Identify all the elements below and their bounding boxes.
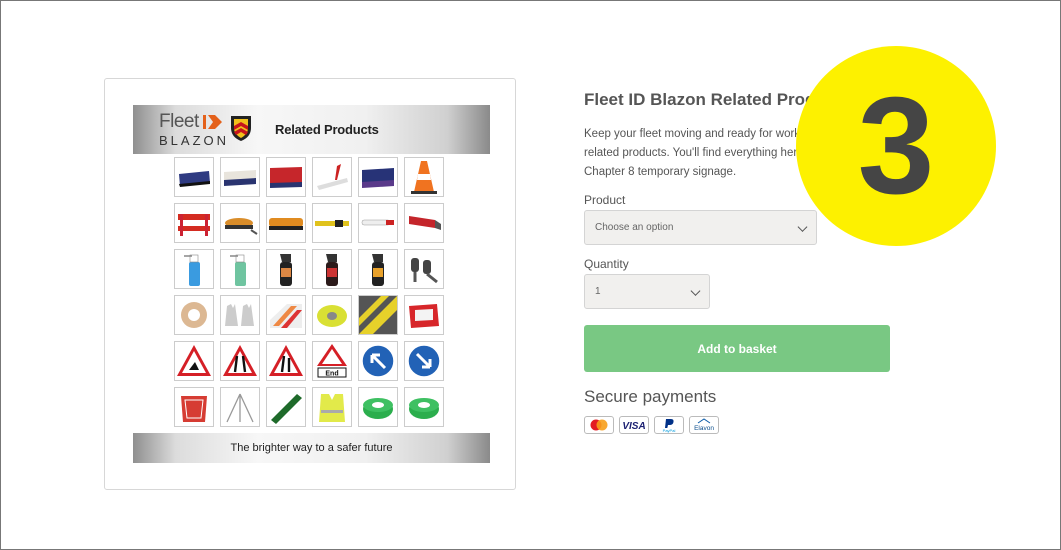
thumb-keep-left-sign (358, 341, 398, 381)
thumb-amber-beacon-bar (220, 203, 260, 243)
thumb-amber-lightbar (266, 203, 306, 243)
thumb-reflective-tape-rolls (266, 295, 306, 335)
chevron-down-icon (690, 285, 701, 296)
thumb-chevron-panel (358, 295, 398, 335)
thumb-green-tape-roll-1 (358, 387, 398, 427)
thumb-yellow-tool (312, 203, 352, 243)
thumb-green-tape-roll-2 (404, 387, 444, 427)
thumb-rubber-rollers (404, 249, 444, 289)
thumb-blue-squeegee (174, 157, 214, 197)
thumb-green-bag (266, 387, 306, 427)
banner-title: Related Products (275, 122, 379, 137)
thumb-cutter-knife (312, 157, 352, 197)
product-select[interactable]: Choose an option (584, 210, 817, 245)
paypal-text: PayPal (663, 428, 676, 433)
visa-text: VISA (622, 421, 645, 432)
thumb-lane-closure-sign (266, 341, 306, 381)
brand-id-arrow-icon (203, 115, 222, 129)
thumb-dark-spray-bottle-1 (266, 249, 306, 289)
thumb-men-at-work-sign (174, 341, 214, 381)
thumb-barrier (174, 203, 214, 243)
product-image-footer-banner: The brighter way to a safer future (133, 433, 490, 463)
thumb-red-squeegee (266, 157, 306, 197)
thumb-blue-spray-bottle (174, 249, 214, 289)
thumb-red-basket-barrier (174, 387, 214, 427)
thumb-hi-vis-vest (312, 387, 352, 427)
secure-payments-heading: Secure payments (584, 387, 717, 406)
step-number: 3 (857, 69, 935, 223)
thumb-red-barrier-units (404, 295, 444, 335)
brand-fleet-text: Fleet (159, 111, 199, 132)
thumb-yellow-tape-roll (312, 295, 352, 335)
thumb-green-spray-bottle (220, 249, 260, 289)
thumb-tripod-stand (220, 387, 260, 427)
product-image-banner: Fleet BLAZON Related Products (133, 105, 490, 154)
thumb-felt-squeegee (358, 157, 398, 197)
quantity-select[interactable]: 1 (584, 274, 710, 309)
visa-icon: VISA (619, 416, 649, 434)
thumb-keep-right-sign (404, 341, 444, 381)
thumb-masking-tape (174, 295, 214, 335)
thumb-traffic-cone (404, 157, 444, 197)
thumb-end-roadworks-sign: End (312, 341, 352, 381)
quantity-select-value: 1 (595, 286, 601, 297)
thumb-dark-spray-bottle-3 (358, 249, 398, 289)
thumb-dark-spray-bottle-2 (312, 249, 352, 289)
thumb-red-tube-pack (404, 203, 444, 243)
paypal-icon: PayPal (654, 416, 684, 434)
thumb-road-narrows-sign (220, 341, 260, 381)
mastercard-icon (584, 416, 614, 434)
step-number-badge: 3 (796, 46, 996, 246)
end-sign-text: End (325, 371, 338, 378)
thumb-white-squeegee (220, 157, 260, 197)
thumb-work-gloves (220, 295, 260, 335)
product-select-value: Choose an option (595, 222, 674, 233)
elavon-text: Elavon (694, 425, 714, 432)
product-label: Product (584, 193, 626, 207)
brand-blazon-text: BLAZON (159, 133, 230, 148)
elavon-icon: Elavon (689, 416, 719, 434)
quantity-label: Quantity (584, 257, 629, 271)
brand-shield-icon (231, 116, 251, 141)
add-to-basket-button[interactable]: Add to basket (584, 325, 890, 372)
thumb-marker-pen (358, 203, 398, 243)
